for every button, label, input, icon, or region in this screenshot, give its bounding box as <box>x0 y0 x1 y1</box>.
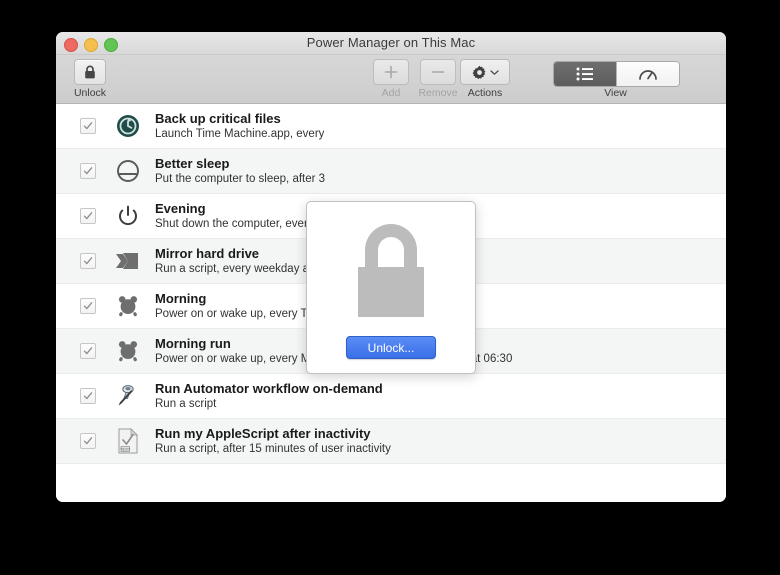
table-row[interactable]: Better sleep Put the computer to sleep, … <box>56 149 726 194</box>
row-text: Run my AppleScript after inactivity Run … <box>155 426 391 457</box>
row-text: Back up critical files Launch Time Machi… <box>155 111 324 142</box>
actions-toolbar-button[interactable]: Actions <box>453 59 517 99</box>
script-terminal-icon <box>115 248 141 274</box>
view-label: View <box>604 87 627 99</box>
row-text: Mirror hard drive Run a script, every we… <box>155 246 331 277</box>
tab-list-view[interactable] <box>554 62 616 86</box>
sleep-icon <box>115 158 141 184</box>
window-title: Power Manager on This Mac <box>306 35 476 50</box>
alarm-clock-icon-svg <box>118 341 138 362</box>
checkmark-icon <box>83 392 93 400</box>
checkmark-icon <box>83 257 93 265</box>
row-subtitle: Run a script, every weekday at 17: <box>155 262 332 275</box>
svg-text:TEXT: TEXT <box>120 447 131 452</box>
minus-icon <box>420 59 456 85</box>
checkmark-icon <box>83 167 93 175</box>
gear-icon <box>471 65 486 79</box>
minus-icon-svg <box>431 71 445 73</box>
unlock-dialog: Unlock... <box>306 201 476 374</box>
row-checkbox[interactable] <box>80 388 96 404</box>
large-lock-icon <box>348 220 434 329</box>
alarm-clock-icon <box>115 338 141 364</box>
list-icon <box>576 67 593 81</box>
row-checkbox[interactable] <box>80 253 96 269</box>
row-checkbox[interactable] <box>80 343 96 359</box>
window-toolbar: Unlock Add Remove Actions View <box>56 55 726 104</box>
table-row[interactable]: Back up critical files Launch Time Machi… <box>56 104 726 149</box>
unlock-toolbar-glyph <box>58 59 122 85</box>
row-subtitle: Run a script, after 15 minutes of user i… <box>155 442 391 455</box>
script-terminal-icon-svg <box>116 253 138 269</box>
row-title: Run my AppleScript after inactivity <box>155 425 371 441</box>
plus-icon <box>373 59 409 85</box>
view-segmented-control[interactable] <box>553 61 680 87</box>
checkmark-icon <box>83 347 93 355</box>
applescript-document-icon: TEXT <box>115 428 141 454</box>
alarm-clock-icon <box>115 293 141 319</box>
power-icon-svg <box>119 205 137 226</box>
table-row[interactable]: Run Automator workflow on-demand Run a s… <box>56 374 726 419</box>
power-icon <box>115 203 141 229</box>
row-title: Mirror hard drive <box>155 245 260 261</box>
alarm-clock-icon-svg <box>118 296 138 317</box>
row-subtitle: Put the computer to sleep, after 3 <box>155 172 326 185</box>
checkmark-icon <box>83 122 93 130</box>
row-checkbox[interactable] <box>80 163 96 179</box>
power-manager-window: Power Manager on This Mac Unlock Add Rem… <box>56 32 726 502</box>
row-text: Better sleep Put the computer to sleep, … <box>155 156 325 187</box>
chevron-down-icon <box>489 69 499 75</box>
unlock-button[interactable]: Unlock... <box>346 336 436 359</box>
row-subtitle: Run a script <box>155 397 217 410</box>
gauge-icon <box>639 70 657 80</box>
row-title: Better sleep <box>155 155 230 171</box>
row-checkbox[interactable] <box>80 208 96 224</box>
row-checkbox[interactable] <box>80 118 96 134</box>
row-text: Run Automator workflow on-demand Run a s… <box>155 381 383 412</box>
actions-button-surface <box>460 59 510 85</box>
row-checkbox[interactable] <box>80 298 96 314</box>
row-subtitle: Shut down the computer, every w <box>155 217 326 230</box>
table-row[interactable]: TEXT Run my AppleScript after inactivity… <box>56 419 726 464</box>
row-title: Run Automator workflow on-demand <box>155 380 383 396</box>
automator-robot-icon <box>115 383 141 409</box>
row-checkbox[interactable] <box>80 433 96 449</box>
lock-closed-icon <box>74 59 106 85</box>
sleep-icon-svg <box>117 160 139 182</box>
applescript-document-icon-svg: TEXT <box>118 428 138 454</box>
unlock-toolbar-button[interactable]: Unlock <box>58 59 122 99</box>
time-machine-icon-svg <box>117 115 139 137</box>
time-machine-icon <box>115 113 141 139</box>
schedule-list[interactable]: Back up critical files Launch Time Machi… <box>56 104 726 502</box>
checkmark-icon <box>83 212 93 220</box>
desktop-background: Power Manager on This Mac Unlock Add Rem… <box>0 0 780 575</box>
unlock-toolbar-label: Unlock <box>73 87 107 99</box>
window-titlebar: Power Manager on This Mac <box>56 32 726 55</box>
lock-closed-icon-svg <box>85 65 95 78</box>
large-lock-icon-svg <box>358 224 424 317</box>
checkmark-icon <box>83 437 93 445</box>
row-title: Back up critical files <box>155 110 281 126</box>
actions-toolbar-glyph <box>453 59 517 85</box>
automator-robot-icon-svg <box>118 385 135 406</box>
row-subtitle: Launch Time Machine.app, every <box>155 127 325 140</box>
checkmark-icon <box>83 302 93 310</box>
actions-toolbar-label: Actions <box>467 87 503 99</box>
row-title: Evening <box>155 200 206 216</box>
plus-icon-svg <box>384 65 398 79</box>
tab-gauge-view[interactable] <box>616 62 679 86</box>
row-text: Evening Shut down the computer, every w <box>155 201 325 232</box>
